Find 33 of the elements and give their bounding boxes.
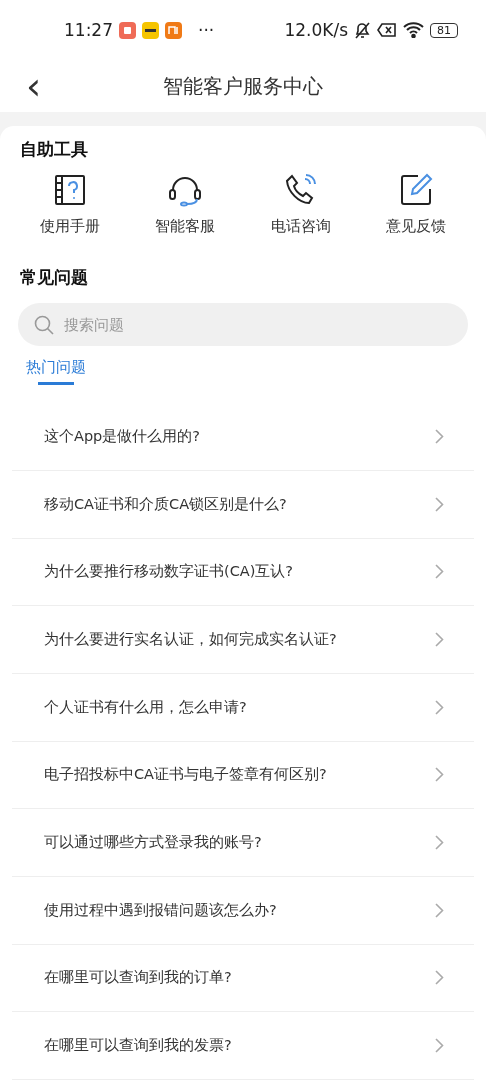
status-time: 11:27 xyxy=(64,20,113,41)
section-title: 自助工具 xyxy=(20,138,89,162)
section-title: 常见问题 xyxy=(20,266,89,290)
edit-icon xyxy=(399,173,434,208)
search-field[interactable]: 搜索问题 xyxy=(18,303,468,347)
tool-button[interactable]: 智能客服 xyxy=(127,173,243,237)
chevron-right-icon xyxy=(435,835,444,851)
app-notification-icon xyxy=(165,22,182,39)
chevron-right-icon xyxy=(435,767,444,783)
sim-off-icon xyxy=(377,22,397,39)
tool-button[interactable]: 意见反馈 xyxy=(358,173,474,237)
chevron-right-icon xyxy=(435,970,444,986)
chevron-right-icon xyxy=(435,632,444,648)
tool-button[interactable]: 电话咨询 xyxy=(243,173,359,237)
app-notification-icon xyxy=(119,22,136,39)
app-notification-icon xyxy=(142,22,159,39)
battery-level: 81 xyxy=(430,23,458,38)
network-speed: 12.0K/s xyxy=(284,20,348,41)
page-title: 智能客户服务中心 xyxy=(163,73,323,101)
bell-off-icon xyxy=(354,21,371,40)
chevron-right-icon xyxy=(435,699,444,715)
more-notifications: ··· xyxy=(198,20,215,41)
question-book-icon xyxy=(52,173,87,208)
chevron-right-icon xyxy=(435,902,444,918)
faq-tab[interactable]: 热门问题 xyxy=(26,358,86,386)
wifi-icon xyxy=(403,22,424,39)
chevron-right-icon xyxy=(435,564,444,580)
chevron-right-icon xyxy=(435,428,444,444)
chevron-right-icon xyxy=(435,1038,444,1054)
chevron-right-icon xyxy=(435,496,444,512)
back-button[interactable]: ‹ xyxy=(22,69,46,103)
search-icon xyxy=(34,315,54,336)
tool-button[interactable]: 使用手册 xyxy=(12,173,128,237)
